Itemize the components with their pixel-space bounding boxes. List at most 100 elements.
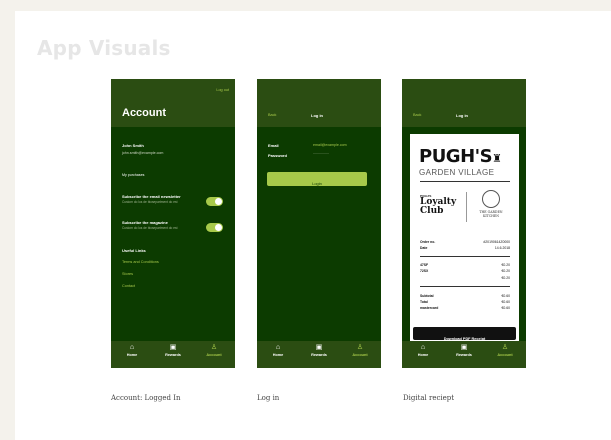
partner-line2: KITCHEN: [482, 214, 500, 218]
row-key: 47SF: [420, 263, 429, 267]
magazine-label: Subscribe the magazine: [122, 220, 168, 225]
tab-bar: ⌂ Home ▣ Rewards ♙ Account: [402, 341, 526, 368]
login-header: Back Log in: [257, 79, 381, 127]
stores-link[interactable]: Stores: [122, 272, 133, 276]
divider: [420, 181, 510, 182]
garden-kitchen-emblem: [482, 190, 500, 208]
row-value: €0.60: [501, 294, 511, 298]
account-screen: Log out Account John Smith john.smith@ex…: [111, 79, 235, 368]
download-pdf-button[interactable]: Download PDF Receipt: [413, 327, 516, 341]
tab-bar: ⌂ Home ▣ Rewards ♙ Account: [111, 341, 235, 368]
castle-icon: ♜: [492, 152, 502, 165]
tab-rewards-label: Rewards: [456, 353, 472, 357]
brand-logo: PUGH'S♜: [419, 146, 502, 167]
tab-account[interactable]: ♙ Account: [345, 344, 375, 358]
caption-login: Log in: [257, 394, 280, 402]
useful-links-title: Useful Links: [122, 248, 146, 253]
magazine-sublabel: Custom do los de biosepartment do est: [122, 226, 178, 230]
caption-receipt: Digital reciept: [403, 394, 455, 402]
receipt-row: Order no. #20190614Z0000: [420, 240, 510, 245]
receipt-header: Back Log in: [402, 79, 526, 127]
newsletter-label: Subscribe the email newsletter: [122, 194, 181, 199]
loyalty-club-logo: PUGH'S Loyalty Club: [420, 194, 464, 216]
row-value: €0.60: [501, 306, 511, 310]
tab-account[interactable]: ♙ Account: [199, 344, 229, 358]
brand-subtitle: GARDEN VILLAGE: [419, 168, 495, 177]
person-icon: ♙: [356, 344, 364, 351]
email-field[interactable]: email@example.com: [313, 143, 347, 147]
receipt-row: Total €0.60: [420, 300, 510, 305]
back-link[interactable]: Back: [268, 113, 276, 117]
email-label: Email: [268, 143, 279, 148]
contact-link[interactable]: Contact: [122, 284, 135, 288]
row-key: mastercard: [420, 306, 439, 310]
back-link[interactable]: Back: [413, 113, 421, 117]
brand-name: PUGH'S: [419, 146, 493, 167]
row-value: 14.6.2018: [494, 246, 510, 250]
password-label: Password: [268, 153, 287, 158]
tab-bar: ⌂ Home ▣ Rewards ♙ Account: [257, 341, 381, 368]
receipt-row: Subtotal €0.60: [420, 294, 510, 299]
user-email: john.smith@example.com: [122, 151, 164, 155]
row-key: Date: [420, 246, 428, 250]
tab-rewards-label: Rewards: [311, 353, 327, 357]
tab-account-label: Account: [352, 353, 368, 357]
terms-link[interactable]: Terms and Conditions: [122, 260, 159, 264]
receipt-header-title: Log in: [456, 113, 468, 118]
my-purchases-link[interactable]: My purchases: [122, 173, 144, 177]
logo-divider: [466, 192, 467, 222]
tab-rewards[interactable]: ▣ Rewards: [304, 344, 334, 358]
receipt-row: Date 14.6.2018: [420, 246, 510, 251]
row-value: #20190614Z0000: [483, 240, 510, 244]
receipt-screen: Back Log in PUGH'S♜ GARDEN VILLAGE PUGH'…: [402, 79, 526, 368]
magazine-toggle[interactable]: [206, 223, 223, 232]
home-icon: ⌂: [275, 344, 281, 351]
tab-home[interactable]: ⌂ Home: [263, 344, 293, 358]
loyalty-line2: Club: [420, 206, 444, 216]
home-icon: ⌂: [420, 344, 426, 351]
garden-kitchen-logo: THE GARDEN KITCHEN: [476, 190, 506, 218]
login-title: Log in: [311, 113, 323, 118]
row-key: Subtotal: [420, 294, 434, 298]
receipt-row: 47SF €0.20: [420, 263, 510, 268]
account-header: Log out Account: [111, 79, 235, 127]
row-value: €0.20: [501, 276, 511, 280]
login-screen: Back Log in Email email@example.com Pass…: [257, 79, 381, 368]
tab-rewards[interactable]: ▣ Rewards: [158, 344, 188, 358]
row-value: €0.20: [501, 269, 511, 273]
tab-account-label: Account: [497, 353, 513, 357]
tab-home-label: Home: [417, 353, 429, 357]
row-value: €0.20: [501, 263, 511, 267]
divider: [420, 286, 510, 287]
tab-account[interactable]: ♙ Account: [490, 344, 520, 358]
login-button-label: Login: [312, 181, 322, 186]
receipt-row: €0.20: [420, 276, 511, 281]
receipt-row: mastercard €0.60: [420, 306, 510, 311]
row-key: 72SX: [420, 269, 429, 273]
newsletter-toggle[interactable]: [206, 197, 223, 206]
receipt-row: 72SX €0.20: [420, 269, 510, 274]
login-button[interactable]: Login: [267, 172, 367, 186]
tab-account-label: Account: [206, 353, 222, 357]
tab-home-label: Home: [272, 353, 284, 357]
row-key: Total: [420, 300, 428, 304]
account-title: Account: [122, 107, 166, 119]
password-field[interactable]: ................: [313, 151, 329, 155]
gift-icon: ▣: [169, 344, 177, 351]
tab-home[interactable]: ⌂ Home: [117, 344, 147, 358]
tab-rewards-label: Rewards: [165, 353, 181, 357]
divider: [420, 256, 510, 257]
page-heading: App Visuals: [37, 36, 171, 60]
gift-icon: ▣: [460, 344, 468, 351]
home-icon: ⌂: [129, 344, 135, 351]
user-name: John Smith: [122, 143, 144, 148]
tab-home[interactable]: ⌂ Home: [408, 344, 438, 358]
row-value: €0.60: [501, 300, 511, 304]
gift-icon: ▣: [315, 344, 323, 351]
person-icon: ♙: [210, 344, 218, 351]
logout-link[interactable]: Log out: [216, 88, 229, 92]
person-icon: ♙: [501, 344, 509, 351]
caption-account: Account: Logged In: [111, 394, 181, 402]
tab-rewards[interactable]: ▣ Rewards: [449, 344, 479, 358]
row-key: Order no.: [420, 240, 436, 244]
